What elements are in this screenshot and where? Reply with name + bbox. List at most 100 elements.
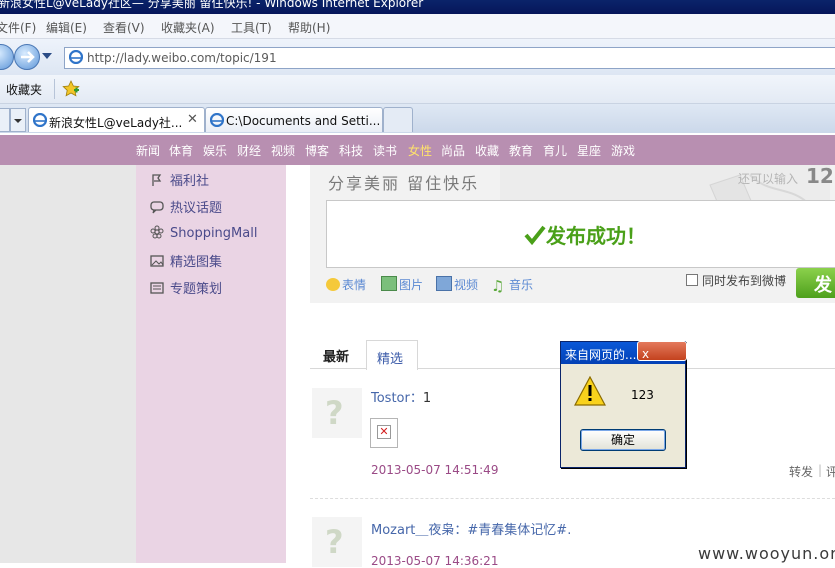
post-username[interactable]: Mozart＿夜枭： bbox=[371, 523, 467, 538]
site-nav-astro[interactable]: 星座 bbox=[577, 142, 601, 159]
site-nav-books[interactable]: 读书 bbox=[373, 142, 397, 159]
close-icon: x bbox=[642, 347, 650, 361]
ok-label: 确定 bbox=[610, 433, 635, 447]
avatar[interactable]: ? bbox=[312, 517, 362, 567]
site-nav-women[interactable]: 女性 bbox=[408, 142, 432, 159]
alert-dialog: 来自网页的... x 123 确定 bbox=[560, 341, 687, 468]
site-nav-finance[interactable]: 财经 bbox=[237, 142, 261, 159]
sidebar-item-label: 精选图集 bbox=[170, 255, 223, 270]
back-button[interactable] bbox=[0, 44, 14, 70]
avatar[interactable]: ? bbox=[312, 388, 362, 438]
flag-icon bbox=[152, 174, 162, 186]
post-text: 1 bbox=[422, 391, 432, 406]
page-background bbox=[0, 165, 136, 563]
tab-list-button[interactable] bbox=[10, 108, 26, 132]
sidebar-item-gallery[interactable]: 精选图集 bbox=[150, 251, 222, 270]
ie-tab-icon bbox=[33, 113, 47, 127]
menu-file[interactable]: 文件(F) bbox=[0, 19, 36, 36]
post-username[interactable]: Tostor： bbox=[371, 391, 423, 406]
video-button[interactable]: 视频 bbox=[436, 276, 478, 293]
sidebar-item-welfare[interactable]: 福利社 bbox=[150, 170, 209, 189]
post-timestamp[interactable]: 2013-05-07 14:36:21 bbox=[371, 554, 498, 568]
site-nav-blog[interactable]: 博客 bbox=[305, 142, 329, 159]
banner-title: 分享美丽 留住快乐 bbox=[328, 174, 480, 193]
sidebar-item-features[interactable]: 专题策划 bbox=[150, 278, 222, 297]
address-url: http://lady.weibo.com/topic/191 bbox=[87, 51, 277, 65]
site-nav-news[interactable]: 新闻 bbox=[136, 142, 160, 159]
image-icon bbox=[150, 255, 164, 267]
window-title: 新浪女性L@veLady社区— 分享美丽 留住快乐! - Windows Int… bbox=[0, 0, 424, 10]
checkmark-icon bbox=[524, 225, 546, 246]
music-button[interactable]: ♫ 音乐 bbox=[491, 276, 533, 295]
dialog-title: 来自网页的... bbox=[565, 348, 637, 362]
new-tab-button[interactable] bbox=[383, 107, 413, 132]
favorites-bar: 收藏夹 bbox=[0, 75, 835, 104]
site-nav-tech[interactable]: 科技 bbox=[339, 142, 363, 159]
ie-page-icon bbox=[69, 50, 83, 64]
site-nav-games[interactable]: 游戏 bbox=[611, 142, 635, 159]
sidebar: 福利社 热议话题 ShoppingMall 精选图集 专题策划 bbox=[136, 165, 286, 563]
publish-label: 发 bbox=[814, 275, 832, 296]
tool-label: 图片 bbox=[399, 278, 424, 292]
menu-favorites[interactable]: 收藏夹(A) bbox=[161, 19, 215, 36]
quick-tabs-button[interactable] bbox=[0, 108, 10, 132]
post-attachment-image[interactable]: ✕ bbox=[370, 418, 398, 448]
tab-featured[interactable]: 精选 bbox=[377, 348, 403, 367]
post-text: #青春集体记忆#. bbox=[467, 523, 572, 538]
sidebar-item-shoppingmall[interactable]: ShoppingMall bbox=[150, 225, 257, 241]
music-note-icon: ♫ bbox=[491, 277, 505, 295]
broken-image-icon: ✕ bbox=[377, 425, 391, 439]
post-divider bbox=[310, 498, 835, 499]
sidebar-item-label: 福利社 bbox=[170, 174, 210, 189]
warning-icon bbox=[574, 376, 606, 406]
tab-local-file[interactable]: C:\Documents and Setti... bbox=[205, 107, 383, 132]
favorites-button[interactable]: 收藏夹 bbox=[6, 81, 42, 98]
site-nav-baby[interactable]: 育儿 bbox=[543, 142, 567, 159]
char-count-tip: 还可以输入 bbox=[738, 172, 799, 186]
sidebar-item-hot-topics[interactable]: 热议话题 bbox=[150, 197, 222, 216]
site-nav-edu[interactable]: 教育 bbox=[509, 142, 533, 159]
image-button[interactable]: 图片 bbox=[381, 276, 423, 293]
history-dropdown-icon[interactable] bbox=[42, 53, 52, 61]
emoji-button[interactable]: 表情 bbox=[326, 276, 366, 293]
post-header: Mozart＿夜枭：#青春集体记忆#. bbox=[371, 519, 571, 538]
site-nav-collect[interactable]: 收藏 bbox=[475, 142, 499, 159]
close-tab-icon[interactable]: ✕ bbox=[187, 112, 198, 127]
ok-button[interactable]: 确定 bbox=[580, 429, 666, 451]
dialog-title-bar[interactable]: 来自网页的... x bbox=[561, 341, 687, 364]
menu-tools[interactable]: 工具(T) bbox=[231, 19, 272, 36]
forward-button[interactable] bbox=[14, 44, 40, 70]
site-nav-ent[interactable]: 娱乐 bbox=[203, 142, 227, 159]
publish-success-message: 发布成功！ bbox=[524, 220, 646, 249]
video-icon bbox=[436, 276, 452, 291]
ie-tab-icon bbox=[210, 113, 224, 127]
menu-bar: 文件(F) 编辑(E) 查看(V) 收藏夹(A) 工具(T) 帮助(H) bbox=[0, 14, 835, 39]
site-nav-luxury[interactable]: 尚品 bbox=[441, 142, 465, 159]
post-timestamp[interactable]: 2013-05-07 14:51:49 bbox=[371, 463, 498, 477]
comment-link[interactable]: 评 bbox=[826, 463, 835, 480]
toolbar-divider bbox=[54, 79, 55, 99]
menu-edit[interactable]: 编辑(E) bbox=[46, 19, 87, 36]
flower-icon bbox=[150, 225, 164, 239]
address-field[interactable]: http://lady.weibo.com/topic/191 bbox=[64, 47, 835, 69]
tab-label: 新浪女性L@veLady社... bbox=[49, 116, 183, 130]
sync-checkbox[interactable] bbox=[686, 274, 698, 286]
speech-bubble-icon bbox=[150, 201, 164, 214]
dialog-message: 123 bbox=[631, 388, 654, 402]
browser-tab-bar: 新浪女性L@veLady社... ✕ C:\Documents and Sett… bbox=[0, 104, 835, 133]
success-text: 发布成功！ bbox=[546, 224, 646, 248]
publish-button[interactable]: 发 bbox=[796, 268, 835, 298]
dialog-close-button[interactable]: x bbox=[637, 341, 687, 361]
tab-weibo-lady[interactable]: 新浪女性L@veLady社... ✕ bbox=[28, 107, 205, 132]
add-favorite-star-icon[interactable] bbox=[62, 80, 80, 97]
tab-latest[interactable]: 最新 bbox=[323, 346, 349, 365]
repost-link[interactable]: 转发 bbox=[789, 463, 813, 480]
site-nav-video[interactable]: 视频 bbox=[271, 142, 295, 159]
sync-weibo-option[interactable]: 同时发布到微博 bbox=[686, 272, 786, 289]
post-header: Tostor：1 bbox=[371, 387, 431, 406]
tab-label: C:\Documents and Setti... bbox=[226, 114, 381, 128]
menu-view[interactable]: 查看(V) bbox=[103, 19, 145, 36]
action-divider: | bbox=[818, 463, 823, 477]
menu-help[interactable]: 帮助(H) bbox=[288, 19, 330, 36]
site-nav-sports[interactable]: 体育 bbox=[169, 142, 193, 159]
